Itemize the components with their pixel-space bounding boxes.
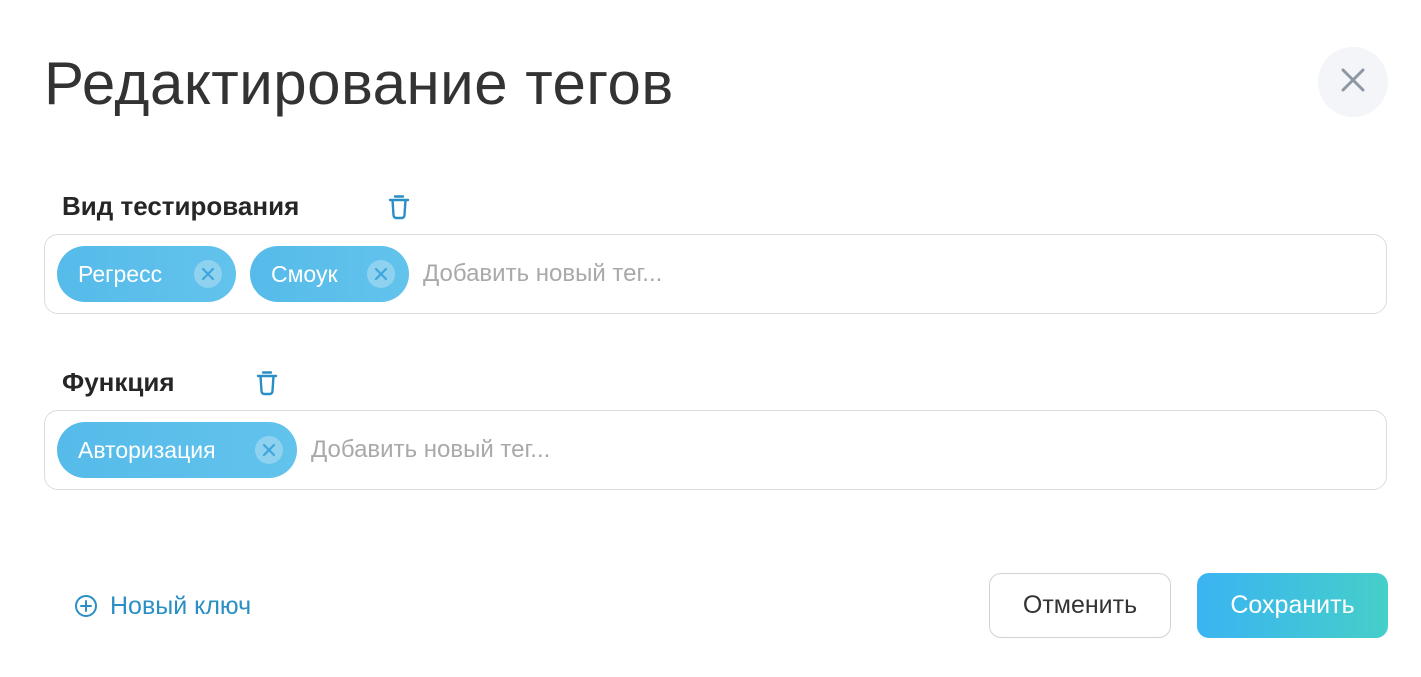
trash-icon[interactable]: [387, 193, 411, 221]
section-label-test-type: Вид тестирования: [62, 191, 300, 221]
x-circle-icon[interactable]: [255, 436, 283, 464]
section-label-function: Функция: [62, 367, 175, 397]
new-key-button[interactable]: Новый ключ: [74, 590, 251, 622]
new-tag-input[interactable]: [423, 254, 1386, 294]
tag-chip: Регресс: [57, 246, 236, 302]
plus-circle-icon: [74, 594, 110, 618]
save-button[interactable]: Сохранить: [1197, 573, 1388, 638]
tag-field-test-type[interactable]: Регресс Смоук: [44, 234, 1387, 314]
tag-chip-label: Смоук: [271, 260, 338, 287]
x-circle-icon[interactable]: [367, 260, 395, 288]
edit-tags-dialog: Редактирование тегов Вид тестирования Ре…: [0, 0, 1421, 677]
tag-chip-label: Авторизация: [78, 436, 216, 463]
close-button[interactable]: [1318, 47, 1388, 117]
trash-icon[interactable]: [255, 369, 279, 397]
new-key-label: Новый ключ: [110, 591, 252, 620]
new-tag-input[interactable]: [311, 430, 1386, 470]
tag-chip: Авторизация: [57, 422, 297, 478]
close-icon: [1340, 67, 1366, 98]
x-circle-icon[interactable]: [194, 260, 222, 288]
dialog-title: Редактирование тегов: [44, 50, 674, 117]
tag-field-function[interactable]: Авторизация: [44, 410, 1387, 490]
tag-chip: Смоук: [250, 246, 409, 302]
cancel-button[interactable]: Отменить: [989, 573, 1171, 638]
tag-chip-label: Регресс: [78, 260, 163, 287]
